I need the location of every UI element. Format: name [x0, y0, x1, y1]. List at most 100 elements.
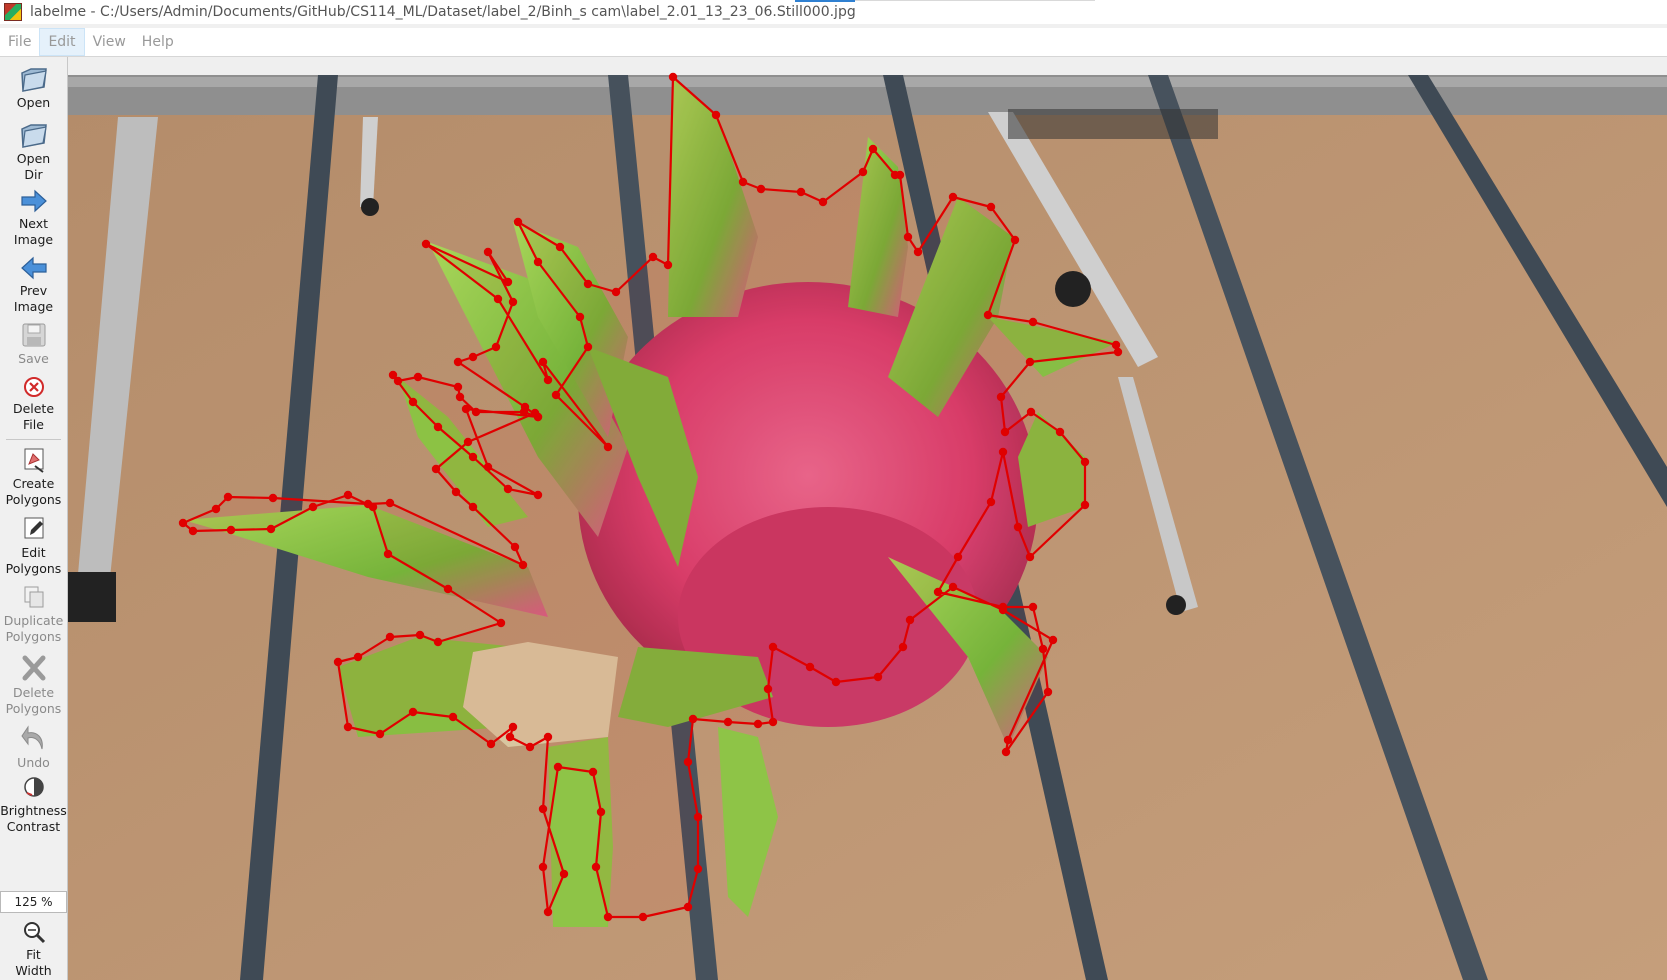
polygon-vertex[interactable] [421, 239, 431, 249]
polygon-vertex[interactable] [738, 177, 748, 187]
polygon-vertex[interactable] [433, 637, 443, 647]
polygon-vertex[interactable] [1043, 687, 1053, 697]
polygon-vertex[interactable] [413, 372, 423, 382]
polygon-vertex[interactable] [520, 402, 530, 412]
polygon-vertex[interactable] [1028, 602, 1038, 612]
polygon-vertex[interactable] [513, 217, 523, 227]
polygon-vertex[interactable] [375, 729, 385, 739]
polygon-vertex[interactable] [831, 677, 841, 687]
polygon-vertex[interactable] [983, 310, 993, 320]
polygon-vertex[interactable] [538, 862, 548, 872]
polygon-vertex[interactable] [895, 170, 905, 180]
polygon-vertex[interactable] [905, 615, 915, 625]
menu-help[interactable]: Help [134, 29, 182, 55]
polygon-vertex[interactable] [178, 518, 188, 528]
polygon-vertex[interactable] [575, 312, 585, 322]
polygon-vertex[interactable] [683, 902, 693, 912]
polygon-vertex[interactable] [551, 390, 561, 400]
polygon-vertex[interactable] [858, 167, 868, 177]
polygon-vertex[interactable] [223, 492, 233, 502]
polygon-vertex[interactable] [385, 498, 395, 508]
polygon-vertex[interactable] [668, 72, 678, 82]
polygon-vertex[interactable] [508, 297, 518, 307]
undo-button[interactable]: Undo [0, 723, 67, 771]
polygon-vertex[interactable] [693, 864, 703, 874]
polygon-vertex[interactable] [948, 582, 958, 592]
polygon-vertex[interactable] [953, 552, 963, 562]
polygon-vertex[interactable] [596, 807, 606, 817]
open-dir-button[interactable]: Open Dir [0, 121, 67, 183]
polygon-vertex[interactable] [559, 869, 569, 879]
polygon-vertex[interactable] [948, 192, 958, 202]
polygon-vertex[interactable] [711, 110, 721, 120]
polygon-vertex[interactable] [1003, 735, 1013, 745]
polygon-vertex[interactable] [1038, 644, 1048, 654]
polygon-vertex[interactable] [1113, 347, 1123, 357]
edit-polygons-button[interactable]: Edit Polygons [0, 515, 67, 577]
polygon-vertex[interactable] [453, 382, 463, 392]
menu-file[interactable]: File [0, 29, 39, 55]
brightness-contrast-button[interactable]: Brightness Contrast [0, 773, 67, 835]
polygon-vertex[interactable] [461, 404, 471, 414]
polygon-vertex[interactable] [543, 375, 553, 385]
polygon-vertex[interactable] [683, 757, 693, 767]
polygon-vertex[interactable] [508, 722, 518, 732]
menu-edit[interactable]: Edit [39, 28, 85, 56]
polygon-vertex[interactable] [591, 862, 601, 872]
polygon-vertex[interactable] [555, 242, 565, 252]
polygon-vertex[interactable] [588, 767, 598, 777]
polygon-vertex[interactable] [903, 232, 913, 242]
polygon-vertex[interactable] [493, 294, 503, 304]
polygon-vertex[interactable] [483, 247, 493, 257]
polygon-vertex[interactable] [385, 632, 395, 642]
polygon-vertex[interactable] [1025, 552, 1035, 562]
polygon-vertex[interactable] [688, 714, 698, 724]
duplicate-polygons-button[interactable]: Duplicate Polygons [0, 583, 67, 645]
polygon-vertex[interactable] [443, 584, 453, 594]
polygon-vertex[interactable] [756, 184, 766, 194]
polygon-vertex[interactable] [818, 197, 828, 207]
polygon-vertex[interactable] [188, 526, 198, 536]
polygon-vertex[interactable] [603, 442, 613, 452]
polygon-vertex[interactable] [583, 279, 593, 289]
polygon-vertex[interactable] [510, 542, 520, 552]
polygon-vertex[interactable] [333, 657, 343, 667]
polygon-vertex[interactable] [431, 464, 441, 474]
polygon-vertex[interactable] [468, 502, 478, 512]
polygon-vertex[interactable] [898, 642, 908, 652]
polygon-vertex[interactable] [468, 352, 478, 362]
image-canvas[interactable] [68, 57, 1667, 980]
polygon-vertex[interactable] [723, 717, 733, 727]
polygon-vertex[interactable] [648, 252, 658, 262]
polygon-vertex[interactable] [868, 144, 878, 154]
polygon-vertex[interactable] [415, 630, 425, 640]
polygon-vertex[interactable] [1025, 357, 1035, 367]
polygon-vertex[interactable] [873, 672, 883, 682]
polygon-vertex[interactable] [805, 662, 815, 672]
polygon-vertex[interactable] [583, 342, 593, 352]
polygon-vertex[interactable] [543, 732, 553, 742]
polygon-vertex[interactable] [525, 742, 535, 752]
polygon-vertex[interactable] [491, 342, 501, 352]
polygon-vertex[interactable] [543, 907, 553, 917]
polygon-vertex[interactable] [611, 287, 621, 297]
next-image-button[interactable]: Next Image [0, 188, 67, 248]
polygon-vertex[interactable] [211, 504, 221, 514]
polygon-vertex[interactable] [663, 260, 673, 270]
fit-width-button[interactable]: Fit Width [0, 919, 67, 979]
polygon-vertex[interactable] [503, 277, 513, 287]
polygon-vertex[interactable] [496, 618, 506, 628]
polygon-vertex[interactable] [463, 437, 473, 447]
open-button[interactable]: Open [0, 65, 67, 111]
polygon-vertex[interactable] [1028, 317, 1038, 327]
polygon-vertex[interactable] [693, 812, 703, 822]
create-polygons-button[interactable]: Create Polygons [0, 446, 67, 508]
polygon-vertex[interactable] [638, 912, 648, 922]
polygon-vertex[interactable] [503, 484, 513, 494]
polygon-vertex[interactable] [408, 707, 418, 717]
polygon-vertex[interactable] [753, 719, 763, 729]
polygon-vertex[interactable] [1055, 427, 1065, 437]
polygon-vertex[interactable] [451, 487, 461, 497]
zoom-level-field[interactable]: 125 % [0, 891, 67, 913]
polygon-vertex[interactable] [226, 525, 236, 535]
